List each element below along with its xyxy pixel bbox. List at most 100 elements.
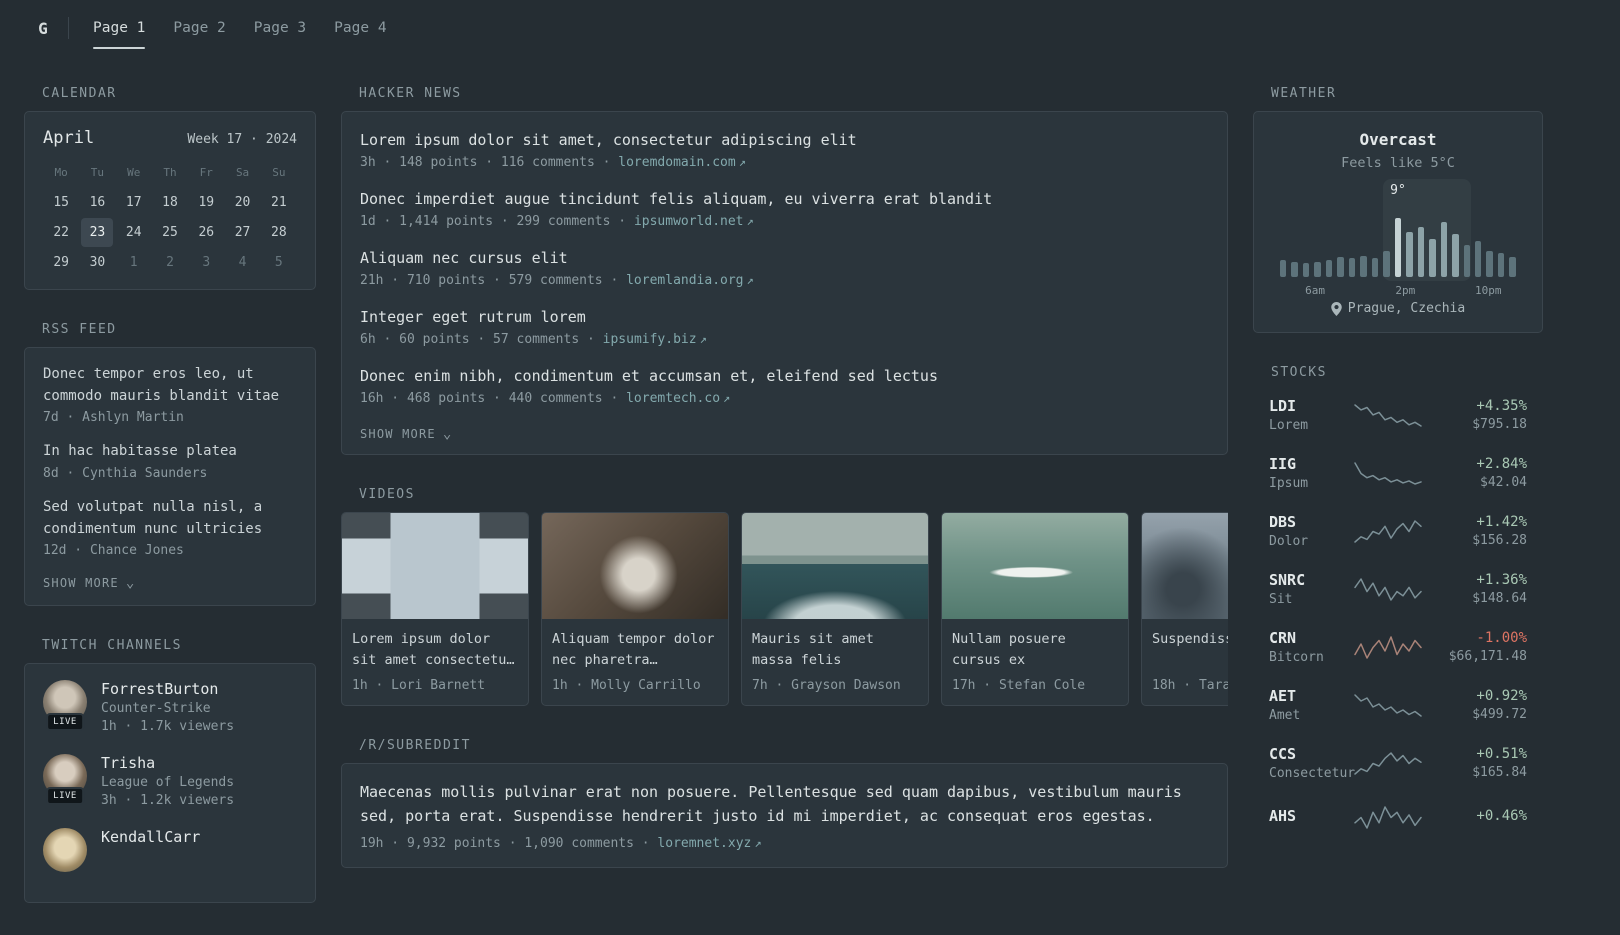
weather-bar xyxy=(1337,257,1344,277)
tab-page-2[interactable]: Page 2 xyxy=(159,0,239,56)
video-meta: 18h · Tara xyxy=(1152,678,1228,693)
external-link-icon: ↗ xyxy=(738,155,746,169)
video-thumbnail[interactable] xyxy=(542,513,728,619)
section-title-rss: RSS FEED xyxy=(42,322,117,337)
stock-row[interactable]: CCS Consectetur +0.51% $165.84 xyxy=(1253,734,1543,792)
weather-location[interactable]: Prague, Czechia xyxy=(1270,301,1526,316)
video-card[interactable]: Lorem ipsum dolor sit amet consectetu… 1… xyxy=(341,512,529,706)
tab-page-1[interactable]: Page 1 xyxy=(79,0,159,56)
video-card[interactable]: Mauris sit amet massa felis 7h · Grayson… xyxy=(741,512,929,706)
stock-row[interactable]: DBS Dolor +1.42% $156.28 xyxy=(1253,502,1543,560)
hn-item: Donec imperdiet augue tincidunt felis al… xyxy=(360,189,1209,229)
video-card[interactable]: Nullam posuere cursus ex 17h · Stefan Co… xyxy=(941,512,1129,706)
video-title[interactable]: Suspendisse diam xyxy=(1152,629,1228,671)
rss-item: Sed volutpat nulla nisl, a condimentum n… xyxy=(43,497,297,558)
hn-show-more-button[interactable]: SHOW MORE ⌄ xyxy=(360,426,452,441)
video-thumbnail[interactable] xyxy=(942,513,1128,619)
tab-page-4[interactable]: Page 4 xyxy=(320,0,400,56)
subreddit-post-title[interactable]: Maecenas mollis pulvinar erat non posuer… xyxy=(360,780,1209,828)
twitch-channel-row[interactable]: KendallCarr xyxy=(43,828,297,873)
video-thumbnail[interactable] xyxy=(742,513,928,619)
weather-bar xyxy=(1280,259,1287,277)
hn-item-title[interactable]: Integer eget rutrum lorem xyxy=(360,307,1209,328)
chevron-down-icon: ⌄ xyxy=(125,575,136,592)
calendar-day: 30 xyxy=(89,255,106,270)
video-meta: 17h · Stefan Cole xyxy=(952,678,1086,693)
hn-item-domain-link[interactable]: ipsumify.biz xyxy=(603,332,697,347)
stock-row[interactable]: LDI Lorem +4.35% $795.18 xyxy=(1253,386,1543,444)
channel-name[interactable]: KendallCarr xyxy=(101,828,200,846)
stock-sparkline xyxy=(1354,694,1422,717)
weather-x-label: 10pm xyxy=(1475,284,1502,297)
video-title[interactable]: Aliquam tempor dolor nec pharetra… xyxy=(552,629,718,671)
rss-item-title[interactable]: Donec tempor eros leo, ut commodo mauris… xyxy=(43,364,297,407)
app-logo[interactable]: G xyxy=(24,19,62,38)
stock-row[interactable]: AET Amet +0.92% $499.72 xyxy=(1253,676,1543,734)
rss-card: Donec tempor eros leo, ut commodo mauris… xyxy=(24,347,316,607)
stock-change: +1.42% xyxy=(1476,514,1527,530)
channel-name[interactable]: ForrestBurton xyxy=(101,680,234,698)
video-card[interactable]: Aliquam tempor dolor nec pharetra… 1h · … xyxy=(541,512,729,706)
video-thumbnail[interactable] xyxy=(1142,513,1228,619)
subreddit-domain-link[interactable]: loremnet.xyz xyxy=(657,836,751,851)
hn-item-domain-link[interactable]: ipsumworld.net xyxy=(634,214,744,229)
stock-row[interactable]: CRN Bitcorn -1.00% $66,171.48 xyxy=(1253,618,1543,676)
live-badge: LIVE xyxy=(46,787,84,806)
hn-item-domain-link[interactable]: loremlandia.org xyxy=(626,273,743,288)
channel-game: League of Legends xyxy=(101,775,235,791)
weather-bar xyxy=(1497,253,1505,277)
stock-price: $499.72 xyxy=(1472,707,1527,722)
stock-row[interactable]: AHS +0.46% xyxy=(1253,792,1543,842)
video-title[interactable]: Nullam posuere cursus ex xyxy=(952,629,1118,671)
stock-sparkline xyxy=(1354,806,1422,829)
dashboard: CALENDAR April Week 17 · 2024 Mo Tu We T… xyxy=(0,56,1620,935)
stock-change: -1.00% xyxy=(1476,630,1527,646)
hn-item-domain-link[interactable]: loremdomain.com xyxy=(618,155,735,170)
left-column: CALENDAR April Week 17 · 2024 Mo Tu We T… xyxy=(24,86,316,935)
twitch-channel-row[interactable]: LIVE Trisha League of Legends 3h · 1.2k … xyxy=(43,754,297,808)
rss-item-title[interactable]: Sed volutpat nulla nisl, a condimentum n… xyxy=(43,497,297,540)
stock-name: Consectetur xyxy=(1269,766,1356,781)
weather-bar xyxy=(1383,250,1390,277)
rss-show-more-button[interactable]: SHOW MORE ⌄ xyxy=(43,575,136,592)
stock-row[interactable]: IIG Ipsum +2.84% $42.04 xyxy=(1253,444,1543,502)
rss-widget: RSS FEED Donec tempor eros leo, ut commo… xyxy=(24,322,316,607)
hn-item-title[interactable]: Lorem ipsum dolor sit amet, consectetur … xyxy=(360,130,1209,151)
video-card[interactable]: Suspendisse diam 18h · Tara xyxy=(1141,512,1228,706)
channel-name[interactable]: Trisha xyxy=(101,754,234,772)
video-title[interactable]: Lorem ipsum dolor sit amet consectetu… xyxy=(352,629,518,671)
calendar-day: 21 xyxy=(271,195,287,210)
weather-bar xyxy=(1452,233,1459,277)
weather-bar xyxy=(1486,250,1493,277)
hn-item-meta: 3h · 148 points · 116 comments · loremdo… xyxy=(360,155,1209,170)
video-thumbnail[interactable] xyxy=(342,513,528,619)
tab-page-3[interactable]: Page 3 xyxy=(240,0,320,56)
hackernews-card: Lorem ipsum dolor sit amet, consectetur … xyxy=(341,111,1228,455)
weather-bar xyxy=(1325,259,1333,277)
hn-meta-text: 16h · 468 points · 440 comments · xyxy=(360,391,627,406)
stock-row[interactable]: SNRC Sit +1.36% $148.64 xyxy=(1253,560,1543,618)
hn-item: Aliquam nec cursus elit 21h · 710 points… xyxy=(360,248,1209,288)
weekday-label: Sa xyxy=(235,166,250,179)
stock-ticker: CRN xyxy=(1269,629,1297,647)
calendar-day: 2 xyxy=(166,255,174,270)
stock-price: $165.84 xyxy=(1472,765,1527,780)
hn-item-domain-link[interactable]: loremtech.co xyxy=(626,391,720,406)
video-title[interactable]: Mauris sit amet massa felis xyxy=(752,629,918,671)
hn-item-title[interactable]: Donec imperdiet augue tincidunt felis al… xyxy=(360,189,1209,210)
hn-item-title[interactable]: Donec enim nibh, condimentum et accumsan… xyxy=(360,366,1209,387)
rss-item-title[interactable]: In hac habitasse platea xyxy=(43,441,297,463)
calendar-month: April xyxy=(43,128,95,148)
hn-meta-text: 1d · 1,414 points · 299 comments · xyxy=(360,214,634,229)
weather-temperature-chart: 9° 6am 2pm 10pm xyxy=(1276,179,1520,297)
hn-item-meta: 6h · 60 points · 57 comments · ipsumify.… xyxy=(360,332,1209,347)
stock-price: $156.28 xyxy=(1472,533,1527,548)
subreddit-widget: /R/SUBREDDIT Maecenas mollis pulvinar er… xyxy=(341,738,1228,868)
twitch-channel-row[interactable]: LIVE ForrestBurton Counter-Strike 1h · 1… xyxy=(43,680,297,734)
weekday-label: We xyxy=(127,166,141,179)
hn-item-title[interactable]: Aliquam nec cursus elit xyxy=(360,248,1209,269)
stock-sparkline xyxy=(1354,578,1422,601)
calendar-day: 17 xyxy=(125,195,142,210)
calendar-day: 29 xyxy=(53,255,69,270)
calendar-day: 22 xyxy=(53,225,69,240)
